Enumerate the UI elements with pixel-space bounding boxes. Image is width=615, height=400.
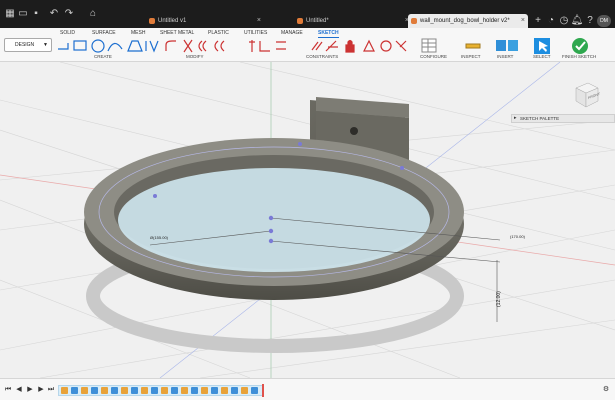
timeline-feature[interactable] — [231, 387, 238, 394]
save-icon[interactable]: ▪ — [30, 8, 42, 20]
job-status-icon[interactable]: ◷ — [558, 15, 570, 27]
extensions-icon[interactable]: ◔ — [545, 15, 557, 27]
modeling-viewport[interactable]: Ø(155.00) (170.00) (12.00) — [0, 62, 615, 378]
timeline-feature[interactable] — [201, 387, 208, 394]
fillet-tool-icon — [165, 40, 176, 51]
select-arrow-icon — [534, 38, 550, 54]
timeline-feature[interactable] — [81, 387, 88, 394]
timeline-feature[interactable] — [221, 387, 228, 394]
tab-wall-mount-dog-bowl-holder[interactable]: wall_mount_dog_bowl_holder v2* × — [408, 14, 528, 28]
step-back-icon[interactable]: ◀ — [15, 386, 23, 394]
tab-surface[interactable]: SURFACE — [92, 29, 116, 37]
tab-mesh[interactable]: MESH — [131, 29, 145, 37]
sketch-profile-fill — [118, 168, 430, 272]
timeline-settings-gear-icon[interactable]: ⚙ — [602, 386, 610, 394]
measure-ruler-icon — [465, 43, 481, 49]
model-canvas[interactable] — [0, 62, 615, 378]
timeline-feature[interactable] — [131, 387, 138, 394]
configure-table-icon — [421, 38, 437, 53]
finish-sketch-icon — [572, 38, 588, 54]
app-grid-icon[interactable]: ▦ — [4, 8, 16, 20]
go-to-start-icon[interactable]: ⏮ — [4, 386, 12, 394]
perpendicular-constraint-icon — [325, 40, 338, 52]
app-bar: ▦ ▭ ▪ ↶ ↷ ⌂ Untitled v1 × Untitled* × wa… — [0, 0, 615, 28]
symmetry-constraint-icon — [395, 40, 407, 52]
tab-label: wall_mount_dog_bowl_holder v2* — [420, 18, 510, 24]
notifications-icon[interactable]: 🔔︎ — [571, 15, 584, 27]
tab-plastic[interactable]: PLASTIC — [208, 29, 229, 37]
timeline-feature[interactable] — [251, 387, 258, 394]
timeline-bar: ⏮ ◀ ▶ ▶ ⏭ ⚙ — [0, 378, 615, 400]
timeline-feature[interactable] — [211, 387, 218, 394]
step-forward-icon[interactable]: ▶ — [37, 386, 45, 394]
timeline-feature[interactable] — [151, 387, 158, 394]
dimension-tool-icon — [249, 40, 255, 52]
tab-label: Untitled* — [306, 18, 329, 24]
go-to-end-icon[interactable]: ⏭ — [47, 386, 55, 394]
mounting-hole — [350, 127, 358, 135]
timeline-feature[interactable] — [181, 387, 188, 394]
collinear-constraint-icon — [276, 41, 286, 50]
timeline-feature[interactable] — [71, 387, 78, 394]
timeline-feature-strip[interactable] — [58, 385, 263, 396]
line-tool-icon — [58, 43, 69, 50]
coincident-constraint-icon — [259, 41, 270, 52]
sketch-palette-title: SKETCH PALETTE — [520, 116, 560, 121]
timeline-feature[interactable] — [161, 387, 168, 394]
fusion-file-icon — [411, 18, 417, 24]
play-icon[interactable]: ▶ — [26, 386, 34, 394]
chevron-down-icon: ▼ — [43, 42, 48, 48]
concentric-constraint-icon — [380, 40, 392, 52]
fusion-file-icon — [297, 18, 303, 24]
tangent-constraint-icon — [363, 39, 375, 52]
timeline-feature[interactable] — [141, 387, 148, 394]
timeline-marker[interactable] — [262, 384, 264, 397]
redo-icon[interactable]: ↷ — [63, 8, 75, 20]
timeline-feature[interactable] — [101, 387, 108, 394]
new-tab-icon[interactable]: + — [532, 15, 544, 27]
circle-tool-icon — [91, 39, 105, 53]
fusion-file-icon — [149, 18, 155, 24]
close-icon[interactable]: × — [521, 14, 525, 28]
offset-tool-icon — [214, 40, 225, 52]
insert-image-icon — [496, 40, 518, 51]
parallel-constraint-icon — [311, 41, 323, 51]
polygon-tool-icon — [127, 40, 143, 52]
rectangle-tool-icon — [73, 40, 87, 51]
arc-tool-icon — [107, 42, 123, 52]
sketch-palette-panel[interactable]: ▸ SKETCH PALETTE — [511, 114, 615, 123]
help-icon[interactable]: ? — [584, 15, 596, 27]
tab-sheet-metal[interactable]: SHEET METAL — [160, 29, 194, 37]
workspace-label: DESIGN — [15, 42, 35, 48]
timeline-feature[interactable] — [241, 387, 248, 394]
tab-label: Untitled v1 — [158, 18, 187, 24]
tab-utilities[interactable]: UTILITIES — [244, 29, 267, 37]
ribbon-tool-icons — [58, 38, 588, 54]
user-avatar[interactable]: DM — [597, 15, 611, 27]
trim-tool-icon — [183, 39, 193, 53]
tab-solid[interactable]: SOLID — [60, 29, 75, 37]
timeline-feature[interactable] — [111, 387, 118, 394]
workspace-dropdown[interactable]: DESIGN ▼ — [4, 38, 52, 52]
horizontal-dimension[interactable]: (170.00) — [510, 234, 525, 239]
expand-icon[interactable]: ▸ — [514, 115, 517, 122]
bowl-ring — [84, 138, 464, 300]
timeline-feature[interactable] — [61, 387, 68, 394]
timeline-feature[interactable] — [171, 387, 178, 394]
diameter-dimension[interactable]: Ø(155.00) — [150, 235, 168, 240]
tab-manage[interactable]: MANAGE — [281, 29, 303, 37]
extend-tool-icon — [198, 40, 207, 52]
vertical-dimension[interactable]: (12.00) — [496, 291, 502, 307]
fix-constraint-icon — [345, 39, 355, 53]
timeline-feature[interactable] — [121, 387, 128, 394]
file-icon[interactable]: ▭ — [17, 8, 29, 20]
timeline-feature[interactable] — [191, 387, 198, 394]
undo-icon[interactable]: ↶ — [48, 8, 60, 20]
close-icon[interactable]: × — [257, 14, 261, 28]
timeline-feature[interactable] — [91, 387, 98, 394]
tab-untitled[interactable]: Untitled* × — [294, 14, 412, 28]
tab-untitled-v1[interactable]: Untitled v1 × — [146, 14, 264, 28]
home-icon[interactable]: ⌂ — [87, 8, 99, 20]
mirror-tool-icon — [145, 40, 159, 53]
